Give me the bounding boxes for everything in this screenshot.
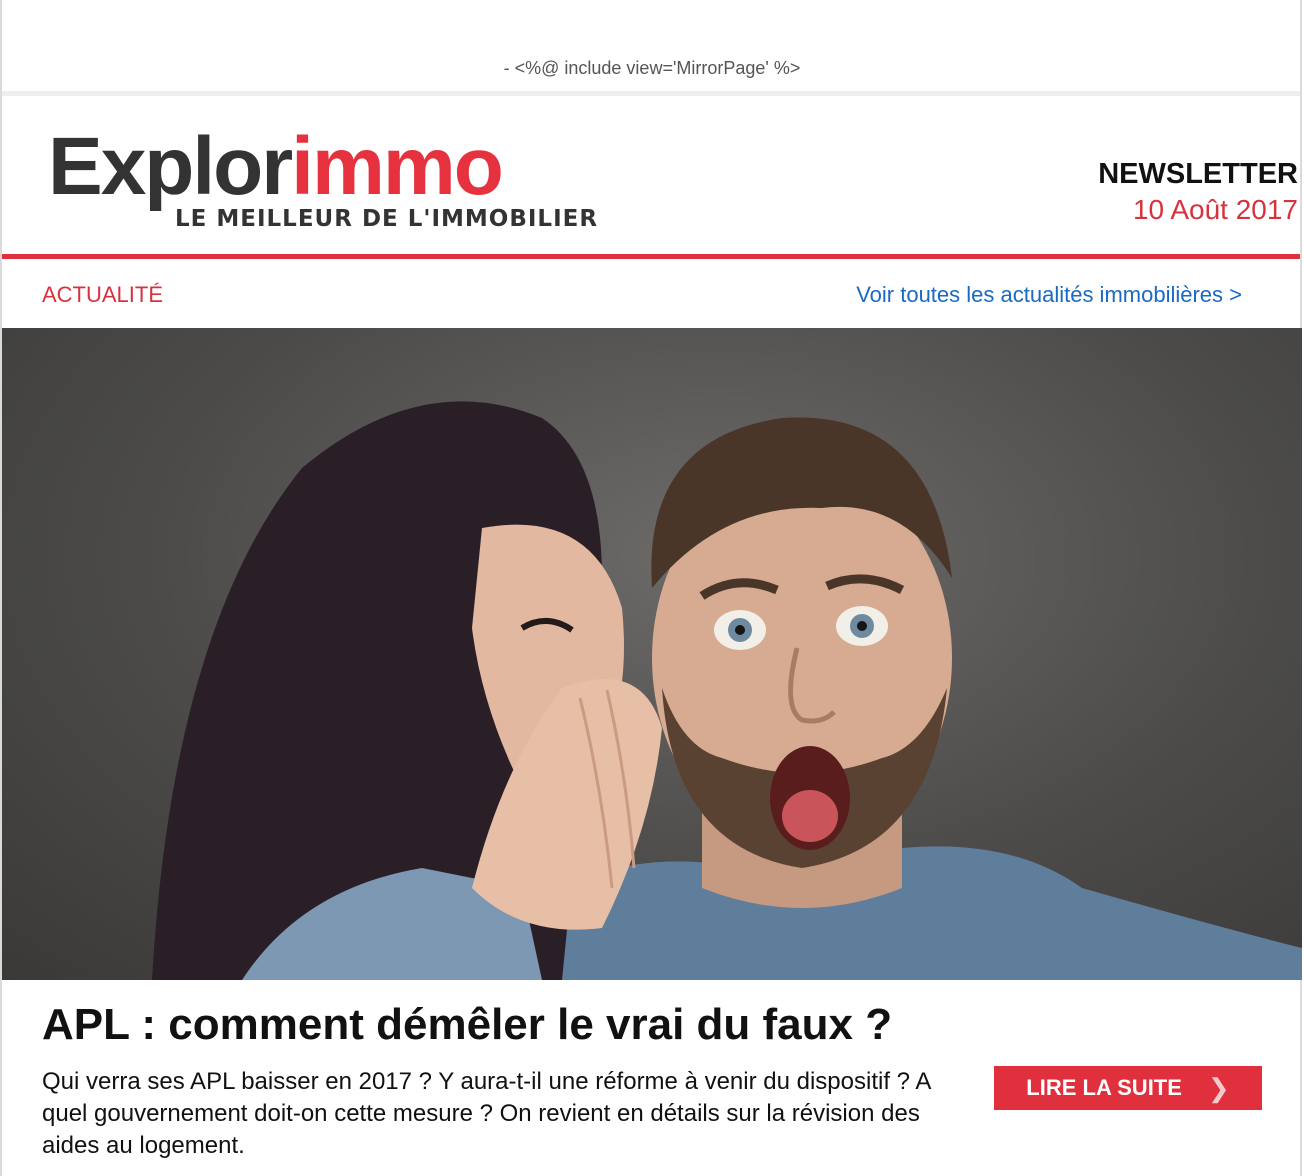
read-more-label: LIRE LA SUITE xyxy=(1026,1075,1182,1100)
article-summary: Qui verra ses APL baisser en 2017 ? Y au… xyxy=(42,1068,931,1159)
newsletter-label: NEWSLETTER xyxy=(1098,158,1298,190)
logo-wordmark: Explorimmo xyxy=(48,121,504,212)
newsletter-date: 10 Août 2017 xyxy=(1132,194,1298,225)
read-more-button[interactable]: LIRE LA SUITE ❯ xyxy=(994,1066,1262,1110)
mirror-page-text: - <%@ include view='MirrorPage' %> xyxy=(503,58,801,78)
article-title[interactable]: APL : comment démêler le vrai du faux ? xyxy=(42,1000,892,1050)
explorimmo-logo[interactable]: Explorimmo LE MEILLEUR DE L'IMMOBILIER xyxy=(48,121,597,242)
logo-word-dark: Explor xyxy=(48,121,293,212)
top-divider xyxy=(2,91,1300,96)
header-divider xyxy=(2,254,1300,259)
hero-image[interactable] xyxy=(2,328,1302,980)
all-news-link[interactable]: Voir toutes les actualités immobilières … xyxy=(856,282,1242,308)
logo-word-red: immo xyxy=(291,121,504,212)
section-label: ACTUALITÉ xyxy=(42,282,164,307)
logo-tagline: LE MEILLEUR DE L'IMMOBILIER xyxy=(175,206,599,232)
hero-illustration xyxy=(152,401,1302,980)
chevron-right-icon: ❯ xyxy=(1207,1072,1230,1103)
